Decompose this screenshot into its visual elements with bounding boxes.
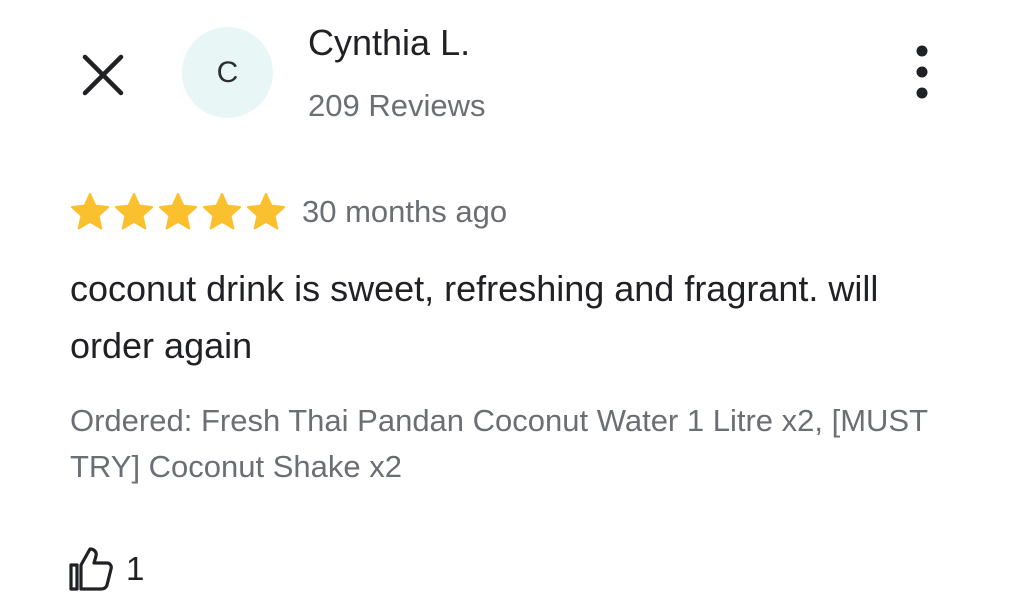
- avatar-initial: C: [216, 55, 239, 89]
- star-icon: [202, 192, 242, 230]
- more-options-button[interactable]: [896, 40, 948, 104]
- ordered-items: Ordered: Fresh Thai Pandan Coconut Water…: [70, 403, 928, 484]
- star-icon: [246, 192, 286, 230]
- star-rating: [68, 190, 288, 234]
- more-vertical-icon: [916, 45, 928, 99]
- star-icon: [70, 192, 110, 230]
- close-button[interactable]: [72, 44, 134, 106]
- avatar[interactable]: C: [182, 27, 273, 118]
- reviewer-name[interactable]: Cynthia L.: [308, 22, 470, 64]
- like-button[interactable]: 1: [66, 543, 144, 595]
- review-time: 30 months ago: [302, 194, 508, 229]
- rating-row: 30 months ago: [68, 190, 507, 234]
- thumbs-up-icon: [69, 547, 113, 591]
- star-icon: [114, 192, 154, 230]
- reviewer-review-count: 209 Reviews: [308, 88, 486, 123]
- like-count: 1: [126, 550, 145, 587]
- close-icon: [82, 54, 124, 96]
- review-detail-page: C Cynthia L. 209 Reviews 30 months ago c…: [0, 0, 1024, 604]
- star-icon: [158, 192, 198, 230]
- review-text: coconut drink is sweet, refreshing and f…: [70, 268, 879, 366]
